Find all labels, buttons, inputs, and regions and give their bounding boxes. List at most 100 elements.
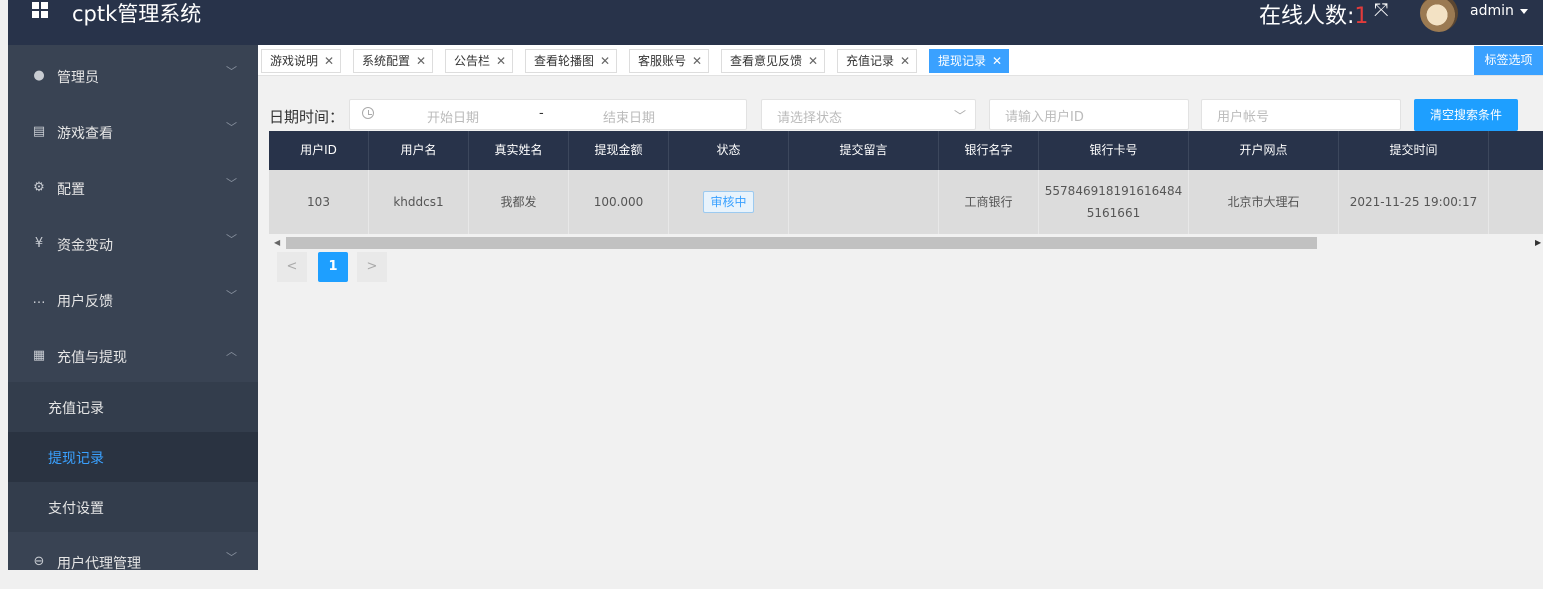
close-icon[interactable]: ✕ (992, 54, 1002, 68)
tab-label: 游戏说明 (270, 54, 319, 68)
scroll-right-icon[interactable]: ▶ (1535, 238, 1541, 247)
account-input[interactable]: 用户帐号 (1201, 99, 1401, 130)
prev-page-button[interactable]: < (277, 252, 307, 282)
tab-label: 提现记录 (938, 54, 987, 68)
column-header[interactable]: 提交留言 (789, 131, 939, 170)
cell-message (789, 170, 939, 234)
chevron-down-icon: ﹀ (226, 65, 237, 78)
cell-submit-time: 2021-11-25 19:00:17 (1339, 170, 1489, 234)
fullscreen-icon[interactable]: ⤧ (1374, 0, 1388, 21)
cell-username: khddcs1 (369, 170, 469, 234)
column-header[interactable]: 用户ID (269, 131, 369, 170)
close-icon[interactable]: ✕ (808, 54, 818, 68)
close-icon[interactable]: ✕ (496, 54, 506, 68)
cell-real-name: 我都发 (469, 170, 569, 234)
grid-menu-icon[interactable] (32, 2, 48, 18)
scrollbar-thumb[interactable] (286, 237, 1317, 249)
link-icon: ⊖ (33, 554, 45, 569)
tab-withdraw-records[interactable]: 提现记录 ✕ (929, 49, 1010, 73)
sidebar-subitem-recharge-records[interactable]: 充值记录 (8, 382, 258, 432)
tab-label: 充值记录 (846, 54, 895, 68)
sidebar-subitem-label: 支付设置 (48, 501, 104, 517)
close-icon[interactable]: ✕ (900, 54, 910, 68)
card-number-line2: 5161661 (1086, 206, 1141, 220)
sidebar-item-feedback[interactable]: … 用户反馈 ﹀ (8, 271, 258, 327)
online-count-label: 在线人数:1 (1259, 0, 1368, 30)
tab-label: 公告栏 (454, 54, 491, 68)
horizontal-scrollbar[interactable]: ◀ ▶ (269, 235, 1543, 251)
close-icon[interactable]: ✕ (600, 54, 610, 68)
sidebar-item-config[interactable]: ⚙ 配置 ﹀ (8, 159, 258, 215)
online-label-text: 在线人数: (1259, 4, 1355, 29)
end-date-input[interactable]: 结束日期 (603, 107, 655, 126)
column-header[interactable]: 银行卡号 (1039, 131, 1189, 170)
user-icon: ● (33, 68, 45, 83)
sidebar-subitem-withdraw-records[interactable]: 提现记录 (8, 432, 258, 482)
tab-carousel[interactable]: 查看轮播图 ✕ (525, 49, 618, 73)
sidebar-item-label: 游戏查看 (57, 126, 113, 142)
sidebar-item-label: 管理员 (57, 70, 99, 86)
status-select[interactable]: 请选择状态 ﹀ (761, 99, 976, 130)
sidebar-item-label: 配置 (57, 182, 85, 198)
cell-card-number: 557846918191616484 5161661 (1039, 170, 1189, 234)
column-header[interactable]: 银行名字 (939, 131, 1039, 170)
sidebar-item-games[interactable]: ▤ 游戏查看 ﹀ (8, 103, 258, 159)
sidebar-item-label: 用户反馈 (57, 294, 113, 310)
column-header[interactable]: 真实姓名 (469, 131, 569, 170)
tab-recharge-records[interactable]: 充值记录 ✕ (837, 49, 918, 73)
cell-branch: 北京市大理石 (1189, 170, 1339, 234)
close-icon[interactable]: ✕ (692, 54, 702, 68)
tab-feedback[interactable]: 查看意见反馈 ✕ (721, 49, 826, 73)
user-menu[interactable]: admin (1470, 3, 1528, 19)
column-header-overflow (1489, 131, 1543, 170)
monitor-icon: ▤ (32, 124, 46, 139)
date-range-picker[interactable]: 开始日期 - 结束日期 (349, 99, 747, 130)
caret-down-icon (1519, 8, 1528, 14)
yen-icon: ¥ (34, 236, 44, 251)
sidebar-item-admin[interactable]: ● 管理员 ﹀ (8, 47, 258, 103)
column-header[interactable]: 状态 (669, 131, 789, 170)
sidebar-item-agent-management[interactable]: ⊖ 用户代理管理 ﹀ (8, 533, 258, 589)
sidebar-subitem-label: 充值记录 (48, 401, 104, 417)
cell-bank-name: 工商银行 (939, 170, 1039, 234)
chevron-down-icon: ﹀ (954, 109, 967, 123)
sidebar-subitem-label: 提现记录 (48, 451, 104, 467)
online-count-value: 1 (1354, 4, 1369, 29)
tab-system-config[interactable]: 系统配置 ✕ (353, 49, 434, 73)
scroll-left-icon[interactable]: ◀ (274, 238, 280, 247)
sidebar-item-label: 充值与提现 (57, 350, 127, 366)
chevron-up-icon: ︿ (226, 345, 237, 358)
card-number-line1: 557846918191616484 (1044, 184, 1183, 198)
app-title: cptk管理系统 (72, 2, 202, 26)
column-header[interactable]: 开户网点 (1189, 131, 1339, 170)
cell-overflow (1489, 170, 1543, 234)
sidebar-item-funds[interactable]: ¥ 资金变动 ﹀ (8, 215, 258, 271)
next-page-button[interactable]: > (357, 252, 387, 282)
chevron-down-icon: ﹀ (226, 551, 237, 564)
column-header[interactable]: 提交时间 (1339, 131, 1489, 170)
table-row[interactable]: 103 khddcs1 我都发 100.000 审核中 工商银行 5578469… (269, 170, 1543, 234)
sidebar-subitem-payment-settings[interactable]: 支付设置 (8, 482, 258, 532)
sidebar-item-recharge-withdraw[interactable]: ▦ 充值与提现 ︿ (8, 327, 258, 383)
current-page[interactable]: 1 (318, 252, 348, 282)
main-content: 游戏说明 ✕ 系统配置 ✕ 公告栏 ✕ 查看轮播图 ✕ 客服账号 ✕ 查看意见反馈 ✕ 充值… (258, 45, 1543, 570)
tab-options-button[interactable]: 标签选项 (1474, 46, 1543, 75)
start-date-input[interactable]: 开始日期 (427, 107, 479, 126)
close-icon[interactable]: ✕ (324, 54, 334, 68)
avatar[interactable] (1420, 0, 1458, 32)
tab-bulletin[interactable]: 公告栏 ✕ (445, 49, 514, 73)
chevron-down-icon: ﹀ (226, 233, 237, 246)
user-id-input[interactable]: 请输入用户ID (989, 99, 1189, 130)
cell-user-id: 103 (269, 170, 369, 234)
date-filter-label: 日期时间： (269, 108, 345, 126)
column-header[interactable]: 用户名 (369, 131, 469, 170)
tab-label: 客服账号 (638, 54, 687, 68)
clear-search-button[interactable]: 清空搜索条件 (1414, 99, 1518, 131)
sidebar: ● 管理员 ﹀ ▤ 游戏查看 ﹀ ⚙ 配置 ﹀ ¥ 资金变动 ﹀ … 用户反馈 … (8, 45, 258, 572)
tab-game-instructions[interactable]: 游戏说明 ✕ (261, 49, 342, 73)
tab-label: 查看轮播图 (534, 54, 595, 68)
close-icon[interactable]: ✕ (416, 54, 426, 68)
status-select-placeholder: 请选择状态 (777, 111, 843, 126)
column-header[interactable]: 提现金额 (569, 131, 669, 170)
tab-service-accounts[interactable]: 客服账号 ✕ (629, 49, 710, 73)
